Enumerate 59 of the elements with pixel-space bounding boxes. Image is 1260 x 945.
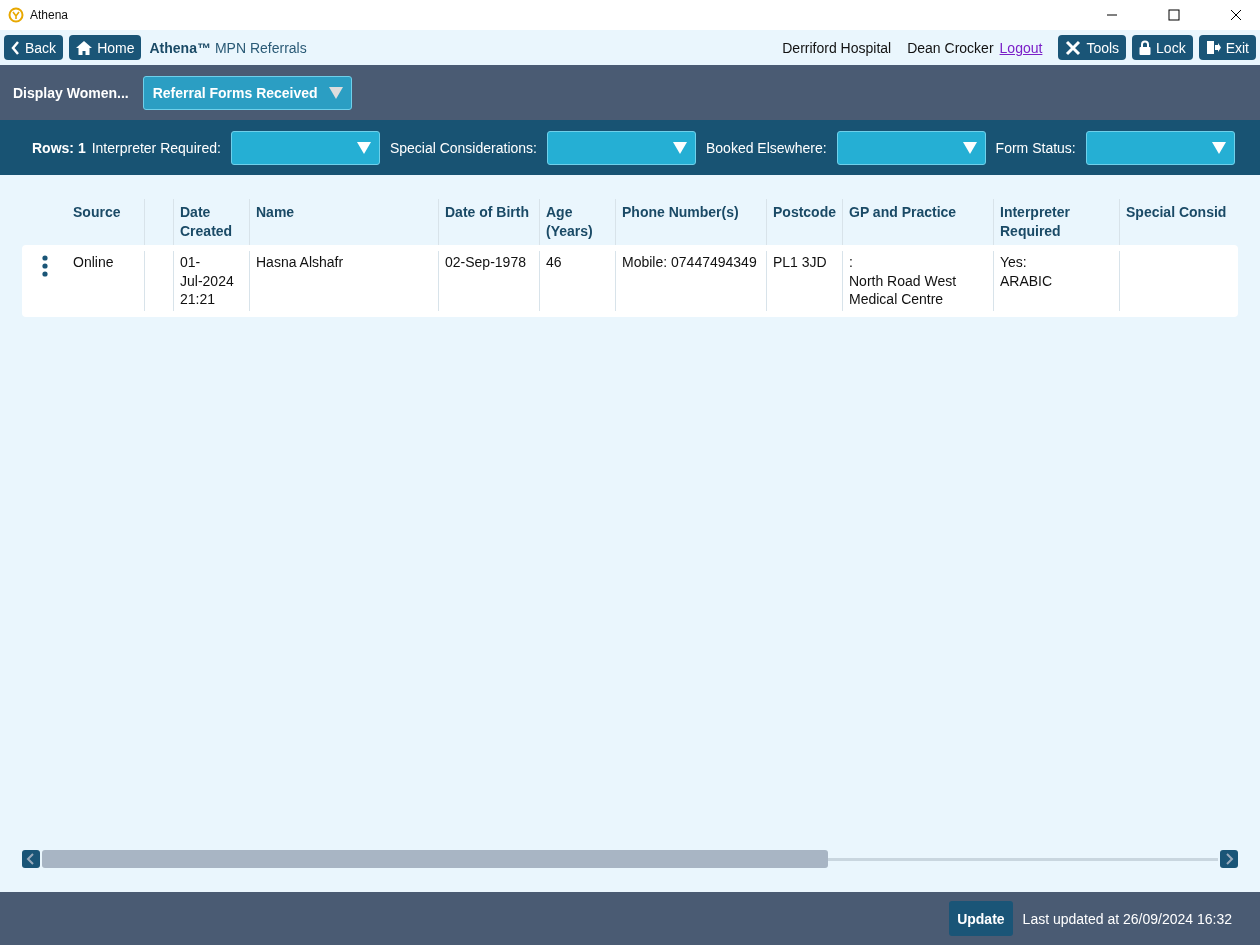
column-header[interactable]: Date of Birth	[445, 203, 533, 222]
home-icon	[76, 40, 93, 55]
rows-count: Rows: 1	[32, 139, 86, 156]
table-cell: Yes: ARABIC	[1000, 254, 1053, 289]
filter-dropdown[interactable]	[1085, 130, 1235, 165]
filter-dropdown[interactable]	[230, 130, 380, 165]
user-name: Dean Crocker	[907, 39, 994, 56]
filter-label: Booked Elsewhere:	[705, 139, 827, 156]
filter-label: Special Considerations:	[389, 139, 537, 156]
filter-label: Interpreter Required:	[91, 139, 221, 156]
dropdown-arrow-icon	[356, 141, 371, 154]
chevron-left-icon	[11, 40, 20, 55]
maximize-icon[interactable]	[1168, 9, 1180, 21]
more-options-icon[interactable]	[41, 255, 48, 277]
update-button[interactable]: Update	[949, 901, 1013, 936]
table-cell: PL1 3JD	[773, 254, 827, 270]
scroll-left-icon[interactable]	[22, 850, 40, 868]
table-cell: Hasna Alshafr	[256, 254, 344, 270]
column-header[interactable]: Special Consid	[1126, 203, 1232, 222]
exit-icon	[1205, 40, 1221, 55]
display-label: Display Women...	[13, 84, 129, 101]
lock-button[interactable]: Lock	[1132, 35, 1193, 60]
home-button[interactable]: Home	[69, 35, 142, 60]
table-cell: 46	[546, 254, 562, 270]
app-logo-icon	[8, 7, 24, 23]
column-header[interactable]: Interpreter Required	[1000, 203, 1113, 241]
last-updated-text: Last updated at 26/09/2024 16:32	[1022, 910, 1232, 927]
column-header[interactable]: Age (Years)	[546, 203, 609, 241]
app-name: Athena™	[149, 39, 211, 56]
table-cell: Online	[73, 254, 114, 270]
dropdown-arrow-icon	[328, 86, 343, 99]
column-header[interactable]: Phone Number(s)	[622, 203, 760, 222]
page-title: MPN Referrals	[214, 39, 307, 56]
filter-label: Form Status:	[995, 139, 1076, 156]
back-button[interactable]: Back	[4, 35, 64, 60]
column-header[interactable]: Name	[256, 203, 432, 222]
dropdown-arrow-icon	[1211, 141, 1226, 154]
hospital-name: Derriford Hospital	[782, 39, 892, 56]
column-header[interactable]: Postcode	[773, 203, 836, 222]
logout-link[interactable]: Logout	[999, 39, 1043, 56]
dropdown-arrow-icon	[962, 141, 977, 154]
table-cell: 01- Jul-2024 21:21	[180, 254, 234, 307]
column-header[interactable]: Source	[73, 203, 138, 222]
scrollbar-thumb[interactable]	[42, 850, 828, 868]
window-title: Athena	[30, 8, 69, 22]
dropdown-arrow-icon	[672, 141, 687, 154]
tools-button[interactable]: Tools	[1058, 35, 1127, 60]
close-icon[interactable]	[1230, 9, 1242, 21]
column-header[interactable]: GP and Practice	[849, 203, 987, 222]
lock-icon	[1139, 40, 1152, 55]
filter-dropdown[interactable]	[546, 130, 696, 165]
scroll-right-icon[interactable]	[1220, 850, 1238, 868]
column-header[interactable]: Date Created	[180, 203, 243, 241]
table-cell: Mobile: 07447494349	[622, 254, 757, 270]
table-cell: 02-Sep-1978	[445, 254, 526, 270]
exit-button[interactable]: Exit	[1198, 35, 1256, 60]
filter-dropdown[interactable]	[836, 130, 986, 165]
table-row[interactable]: Online 01- Jul-2024 21:21 Hasna Alshafr 02-Sep-1978 46 Mobile: 07447494349 PL1 3JD : North Road West Medical Centre Yes: ARABIC	[22, 245, 1238, 317]
table-cell: : North Road West Medical Centre	[849, 254, 957, 307]
